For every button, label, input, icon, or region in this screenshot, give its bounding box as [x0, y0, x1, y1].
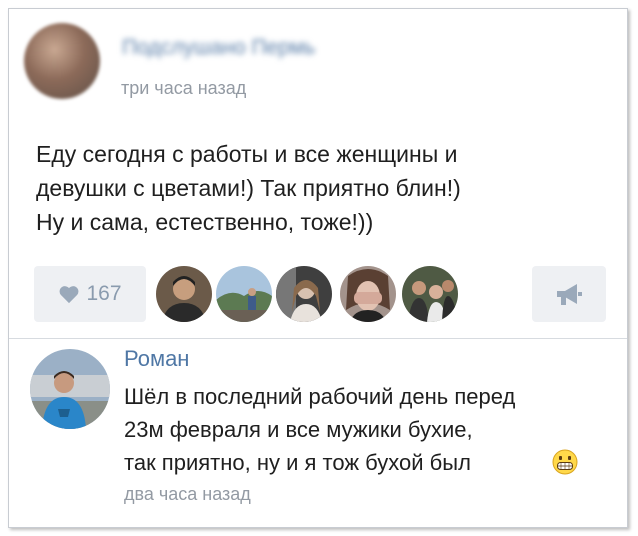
megaphone-icon — [557, 284, 582, 305]
share-button[interactable] — [532, 266, 606, 322]
liker-avatar-4[interactable] — [340, 266, 396, 322]
commenter-avatar[interactable] — [30, 349, 110, 429]
comment-author-link[interactable]: Роман — [124, 346, 189, 372]
comment-timestamp[interactable]: два часа назад — [124, 484, 251, 505]
liker-avatar-3[interactable] — [276, 266, 332, 322]
comment-text: Шёл в последний рабочий день перед 23м ф… — [124, 384, 516, 475]
group-avatar[interactable] — [24, 23, 100, 99]
post-timestamp[interactable]: три часа назад — [121, 78, 246, 99]
liker-avatar-5[interactable] — [402, 266, 458, 322]
like-count: 167 — [86, 282, 122, 305]
divider — [9, 338, 627, 339]
group-name-link[interactable]: Подслушано Пермь — [122, 36, 315, 60]
grinning-face-icon — [552, 449, 578, 475]
post-text: Еду сегодня с работы и все женщины и дев… — [36, 141, 461, 235]
liker-avatar-2[interactable] — [216, 266, 272, 322]
liker-avatar-1[interactable] — [156, 266, 212, 322]
like-button[interactable]: 167 — [34, 266, 146, 322]
heart-icon — [60, 286, 79, 304]
